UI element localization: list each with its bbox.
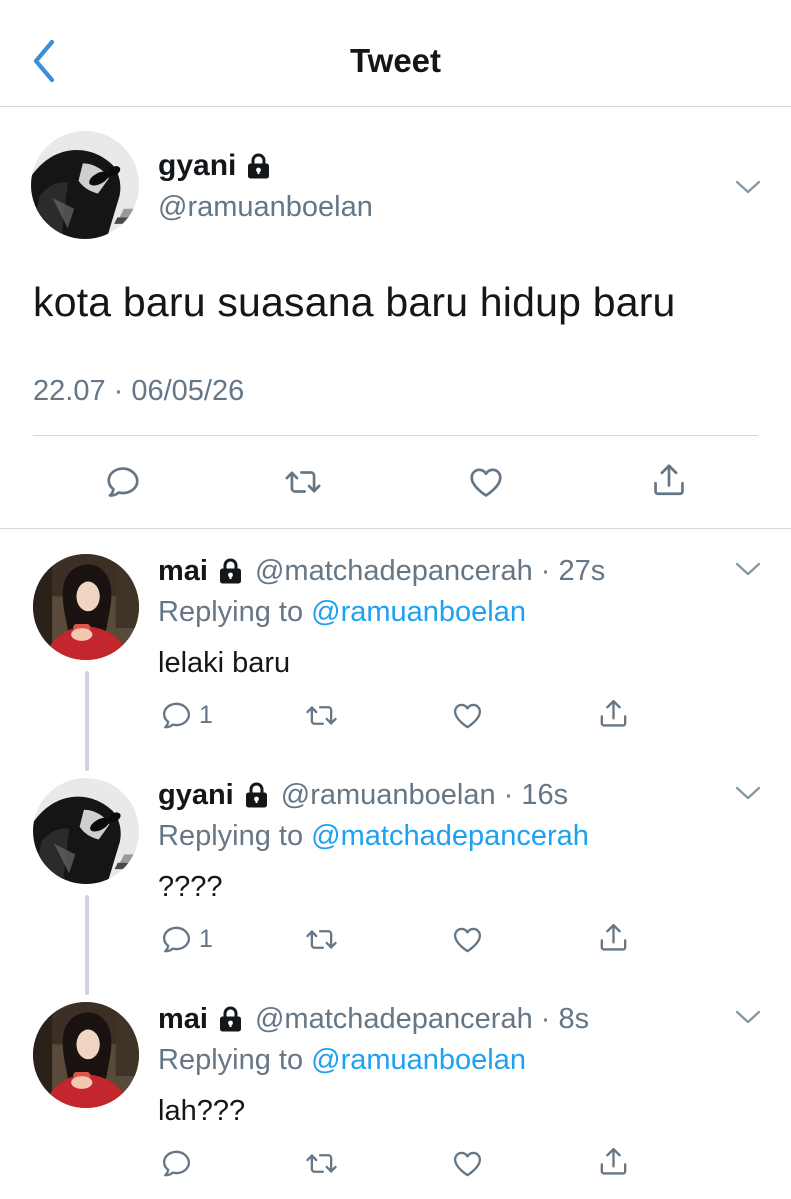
top-navigation-bar: Tweet: [0, 0, 791, 107]
like-icon: [451, 699, 484, 732]
reply-header: mai @matchadepancerah · 27s: [158, 555, 605, 588]
like-icon: [451, 923, 484, 956]
reply-icon: [160, 699, 193, 732]
avatar[interactable]: [33, 1002, 139, 1108]
share-button[interactable]: [597, 697, 630, 730]
page-title: Tweet: [349, 42, 442, 79]
reply-count: 1: [199, 701, 213, 729]
author-name[interactable]: mai: [158, 1003, 208, 1036]
retweet-button[interactable]: [305, 699, 338, 732]
mention-link[interactable]: @ramuanboelan: [311, 596, 526, 628]
reply-button[interactable]: [104, 463, 142, 501]
tweet-actions: 1: [0, 921, 791, 961]
author-name[interactable]: mai: [158, 555, 208, 588]
reply-tweet[interactable]: gyani @ramuanboelan · 16s Replying to @m…: [0, 753, 791, 995]
replying-to: Replying to @ramuanboelan: [158, 1044, 526, 1077]
retweet-icon: [284, 463, 322, 501]
chevron-down-icon[interactable]: [734, 561, 762, 577]
replying-prefix: Replying to: [158, 820, 312, 852]
reply-icon: [160, 923, 193, 956]
tweet-actions: [0, 457, 791, 507]
replying-prefix: Replying to: [158, 596, 312, 628]
retweet-icon: [305, 1147, 338, 1180]
mention-link[interactable]: @matchadepancerah: [311, 820, 589, 852]
reply-icon: [160, 1147, 193, 1180]
tweet-text: kota baru suasana baru hidup baru: [33, 279, 676, 325]
share-icon: [650, 461, 688, 499]
mention-link[interactable]: @ramuanboelan: [311, 1044, 526, 1076]
tweet-text: lah???: [158, 1095, 246, 1127]
reply-count: 1: [199, 925, 213, 953]
avatar[interactable]: [33, 554, 139, 660]
chevron-down-icon[interactable]: [734, 785, 762, 801]
author-name[interactable]: gyani: [158, 779, 234, 812]
reply-icon: [104, 463, 142, 501]
reply-button[interactable]: 1: [160, 699, 213, 732]
like-button[interactable]: [451, 923, 484, 956]
author-handle-time: @ramuanboelan · 16s: [280, 779, 569, 811]
avatar[interactable]: [31, 131, 139, 239]
like-icon: [467, 463, 505, 501]
divider: [33, 435, 758, 436]
lock-icon: [244, 782, 269, 809]
like-button[interactable]: [467, 463, 505, 501]
like-button[interactable]: [451, 1147, 484, 1180]
reply-button[interactable]: [160, 1147, 193, 1180]
lock-icon: [218, 558, 243, 585]
replying-prefix: Replying to: [158, 1044, 312, 1076]
retweet-button[interactable]: [305, 1147, 338, 1180]
replying-to: Replying to @matchadepancerah: [158, 820, 589, 853]
reply-tweet[interactable]: mai @matchadepancerah · 8s Replying to @…: [0, 977, 791, 1199]
author-name: gyani: [158, 149, 237, 182]
lock-icon: [246, 153, 271, 180]
retweet-icon: [305, 923, 338, 956]
tweet-actions: 1: [0, 697, 791, 737]
lock-icon: [218, 1006, 243, 1033]
reply-button[interactable]: 1: [160, 923, 213, 956]
share-icon: [597, 697, 630, 730]
replying-to: Replying to @ramuanboelan: [158, 596, 526, 629]
like-icon: [451, 1147, 484, 1180]
retweet-button[interactable]: [284, 463, 322, 501]
chevron-down-icon[interactable]: [734, 1009, 762, 1025]
share-button[interactable]: [597, 921, 630, 954]
author-handle-time: @matchadepancerah · 8s: [254, 1003, 590, 1035]
tweet-actions: [0, 1145, 791, 1185]
author-name-row[interactable]: gyani: [158, 149, 271, 183]
author-handle-time: @matchadepancerah · 27s: [254, 555, 606, 587]
share-icon: [597, 921, 630, 954]
author-handle: @ramuanboelan: [158, 191, 373, 223]
tweet-text: lelaki baru: [158, 647, 291, 679]
retweet-icon: [305, 699, 338, 732]
share-icon: [597, 1145, 630, 1178]
reply-header: gyani @ramuanboelan · 16s: [158, 779, 568, 812]
share-button[interactable]: [650, 461, 688, 499]
tweet-timestamp: 22.07 · 06/05/26: [33, 375, 245, 407]
reply-tweet[interactable]: mai @matchadepancerah · 27s Replying to …: [0, 529, 791, 771]
tweet-text: ????: [158, 871, 223, 903]
reply-header: mai @matchadepancerah · 8s: [158, 1003, 589, 1036]
like-button[interactable]: [451, 699, 484, 732]
share-button[interactable]: [597, 1145, 630, 1178]
retweet-button[interactable]: [305, 923, 338, 956]
avatar[interactable]: [33, 778, 139, 884]
chevron-down-icon[interactable]: [734, 179, 762, 195]
main-tweet: gyani @ramuanboelan kota baru suasana ba…: [0, 107, 791, 528]
